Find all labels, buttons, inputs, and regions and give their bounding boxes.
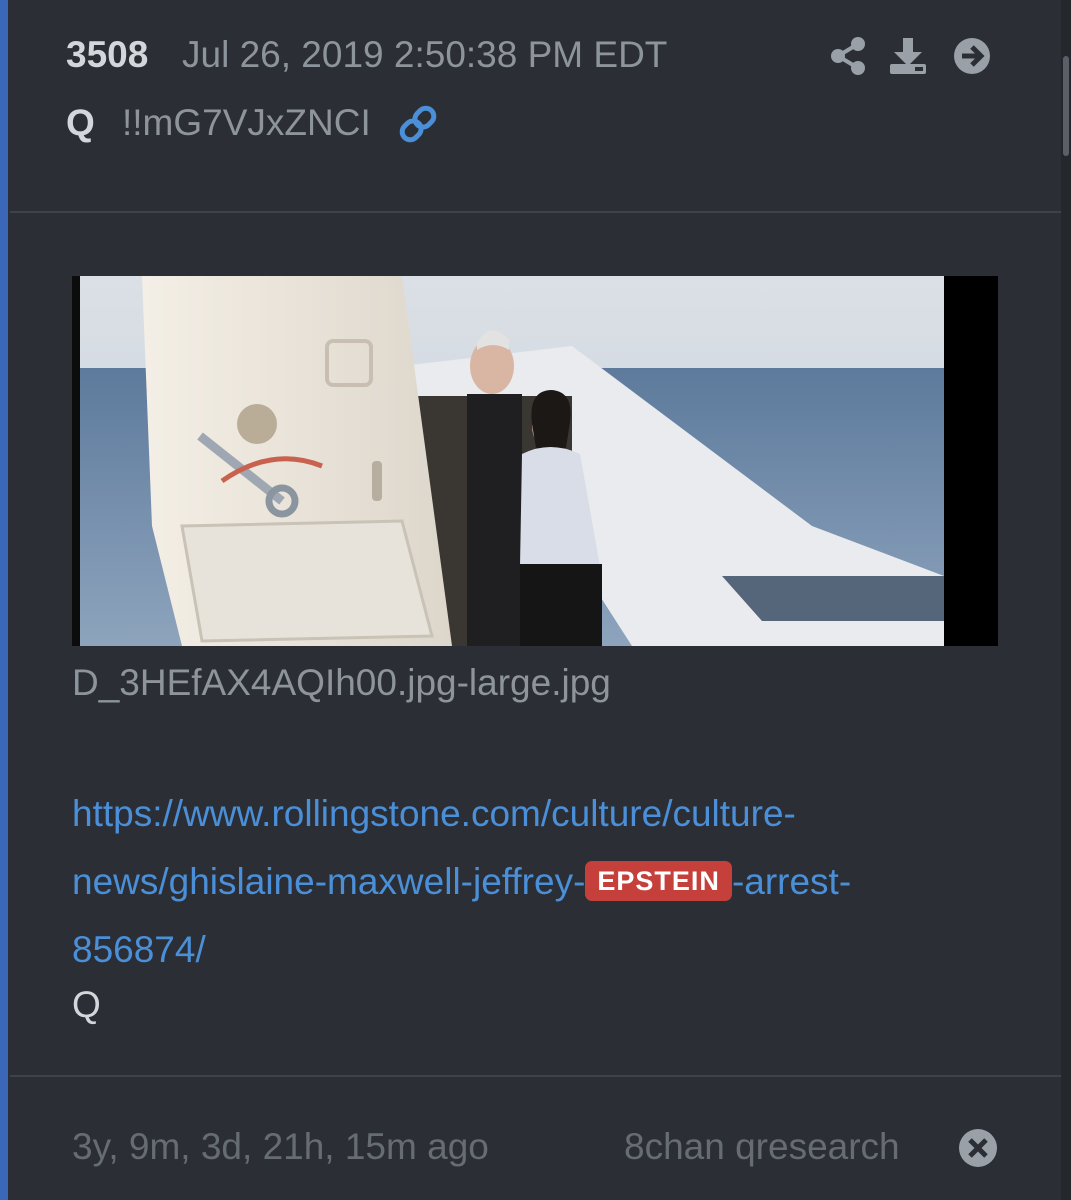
post-header: 3508 Jul 26, 2019 2:50:38 PM EDT Q !!mG7… [10,0,1061,212]
post-card: 3508 Jul 26, 2019 2:50:38 PM EDT Q !!mG7… [10,0,1061,1200]
close-circle-icon[interactable] [956,1126,1000,1170]
share-icon[interactable] [828,36,868,76]
attachment-filename[interactable]: D_3HEfAX4AQIh00.jpg-large.jpg [72,662,611,704]
footer-divider [10,1075,1061,1077]
scrollbar[interactable] [1061,0,1071,1200]
post-number[interactable]: 3508 [66,34,148,76]
link-icon[interactable] [396,104,440,144]
scrollbar-thumb[interactable] [1063,56,1069,156]
post-date: Jul 26, 2019 2:50:38 PM EDT [182,34,668,75]
post-accent-bar [0,0,8,1200]
post-author: Q [66,102,95,143]
download-icon[interactable] [888,36,928,76]
header-divider [10,211,1061,213]
post-signature: Q [72,984,101,1025]
post-image-picture [72,276,998,646]
footer-source[interactable]: 8chan qresearch [624,1126,900,1168]
arrow-right-circle-icon[interactable] [952,36,992,76]
post-image[interactable] [72,276,998,646]
keyword-tag: EPSTEIN [585,861,732,902]
footer-time-ago: 3y, 9m, 3d, 21h, 15m ago [72,1126,489,1167]
article-link[interactable]: https://www.rollingstone.com/culture/cul… [72,780,972,984]
post-tripcode: !!mG7VJxZNCI [122,102,371,143]
